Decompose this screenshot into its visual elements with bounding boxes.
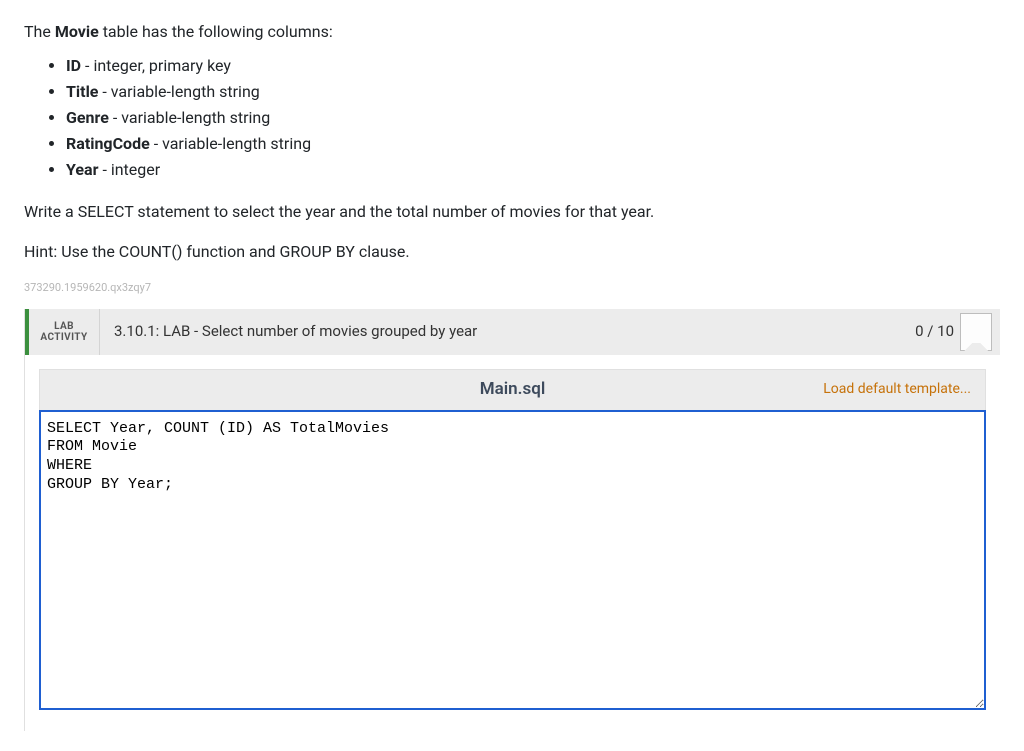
list-item: ID - integer, primary key bbox=[66, 54, 1000, 78]
list-item: Genre - variable-length string bbox=[66, 106, 1000, 130]
col-desc: - variable-length string bbox=[109, 108, 270, 127]
lab-tag-line1: LAB bbox=[54, 321, 74, 332]
file-tab[interactable]: Main.sql bbox=[480, 377, 546, 403]
load-default-template-link[interactable]: Load default template... bbox=[823, 379, 971, 400]
col-desc: - integer, primary key bbox=[81, 56, 231, 75]
intro-pre: The bbox=[24, 22, 55, 41]
column-list: ID - integer, primary key Title - variab… bbox=[24, 54, 1000, 182]
list-item: Title - variable-length string bbox=[66, 80, 1000, 104]
col-name: Year bbox=[66, 160, 98, 179]
list-item: RatingCode - variable-length string bbox=[66, 132, 1000, 156]
col-name: Genre bbox=[66, 108, 109, 127]
lab-title: 3.10.1: LAB - Select number of movies gr… bbox=[100, 309, 915, 355]
lab-activity-box: LAB ACTIVITY 3.10.1: LAB - Select number… bbox=[24, 309, 1000, 731]
col-desc: - variable-length string bbox=[150, 134, 311, 153]
col-name: ID bbox=[66, 56, 81, 75]
editor-panel: Main.sql Load default template... bbox=[25, 355, 1000, 731]
hint-text: Hint: Use the COUNT() function and GROUP… bbox=[24, 240, 1000, 264]
lab-score: 0 / 10 bbox=[915, 309, 1000, 355]
code-editor[interactable] bbox=[39, 410, 986, 710]
intro-table-name: Movie bbox=[55, 22, 99, 41]
lab-score-text: 0 / 10 bbox=[915, 320, 954, 343]
ribbon-icon bbox=[960, 313, 992, 351]
task-text: Write a SELECT statement to select the y… bbox=[24, 200, 1000, 224]
col-desc: - variable-length string bbox=[98, 82, 259, 101]
list-item: Year - integer bbox=[66, 158, 1000, 182]
col-desc: - integer bbox=[98, 160, 160, 179]
lab-tag-line2: ACTIVITY bbox=[40, 332, 87, 343]
internal-id: 373290.1959620.qx3zqy7 bbox=[24, 280, 1000, 297]
intro-sentence: The Movie table has the following column… bbox=[24, 20, 1000, 44]
lab-activity-tag: LAB ACTIVITY bbox=[29, 309, 100, 355]
col-name: RatingCode bbox=[66, 134, 150, 153]
intro-post: table has the following columns: bbox=[99, 22, 333, 41]
lab-header: LAB ACTIVITY 3.10.1: LAB - Select number… bbox=[25, 309, 1000, 355]
editor-tabbar: Main.sql Load default template... bbox=[39, 369, 986, 410]
col-name: Title bbox=[66, 82, 98, 101]
